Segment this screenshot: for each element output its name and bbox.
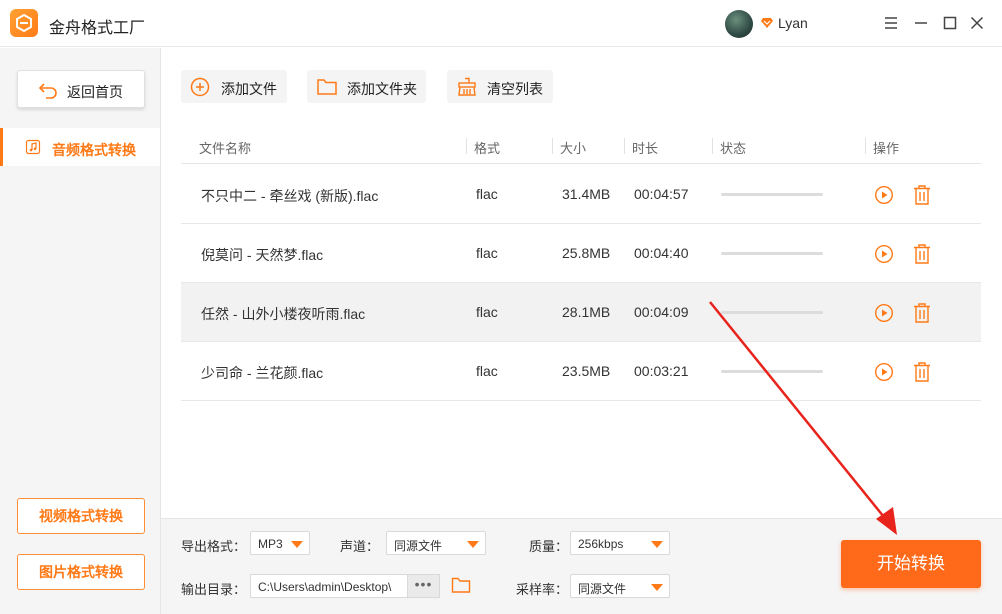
column-header-format: 格式 (474, 141, 501, 156)
clear-list-label: 清空列表 (487, 81, 543, 97)
file-format: flac (476, 186, 498, 202)
sample-rate-value: 同源文件 (578, 582, 627, 596)
column-divider[interactable] (552, 138, 553, 154)
chevron-down-icon (467, 541, 479, 548)
settings-panel: 导出格式： MP3 声道： 同源文件 质量： 256kbps 输出目录： C:\… (161, 518, 1002, 614)
table-row[interactable]: 倪莫问 - 天然梦.flac flac 25.8MB 00:04:40 (181, 224, 981, 283)
title-bar: 金舟格式工厂 Lyan (0, 0, 1002, 47)
music-note-icon (25, 139, 41, 155)
image-convert-button[interactable]: 图片格式转换 (17, 554, 145, 590)
app-title: 金舟格式工厂 (49, 20, 146, 37)
sample-rate-label: 采样率： (516, 582, 569, 597)
column-header-name: 文件名称 (199, 141, 252, 156)
trash-icon[interactable] (912, 361, 932, 383)
progress-bar (721, 252, 823, 255)
table-row[interactable]: 少司命 - 兰花颜.flac flac 23.5MB 00:03:21 (181, 342, 981, 401)
file-duration: 00:03:21 (634, 363, 689, 379)
play-icon[interactable] (874, 185, 894, 205)
video-convert-button[interactable]: 视频格式转换 (17, 498, 145, 534)
sample-rate-select[interactable]: 同源文件 (570, 574, 670, 598)
minimize-icon[interactable] (910, 12, 932, 34)
chevron-down-icon (651, 584, 663, 591)
file-size: 25.8MB (562, 245, 611, 261)
progress-bar (721, 370, 823, 373)
export-format-label: 导出格式： (181, 539, 247, 554)
broom-icon (458, 77, 476, 96)
file-size: 28.1MB (562, 304, 611, 320)
trash-icon[interactable] (912, 302, 932, 324)
table-row[interactable]: 任然 - 山外小楼夜听雨.flac flac 28.1MB 00:04:09 (181, 283, 981, 342)
column-divider[interactable] (712, 138, 713, 154)
trash-icon[interactable] (912, 243, 932, 265)
file-size: 31.4MB (562, 186, 611, 202)
output-dir-label: 输出目录： (181, 582, 247, 597)
plus-circle-icon (190, 77, 210, 97)
column-divider[interactable] (624, 138, 625, 154)
file-format: flac (476, 304, 498, 320)
channel-label: 声道： (340, 539, 380, 554)
close-icon[interactable] (966, 12, 988, 34)
export-format-value: MP3 (258, 537, 283, 551)
folder-icon[interactable] (451, 576, 471, 594)
column-header-status: 状态 (720, 141, 747, 156)
home-button[interactable]: 返回首页 (17, 70, 145, 108)
diamond-icon (761, 18, 773, 28)
column-header-size: 大小 (560, 141, 587, 156)
file-name: 少司命 - 兰花颜.flac (201, 365, 324, 381)
sidebar: 返回首页 音频格式转换 视频格式转换 图片格式转换 (0, 48, 161, 614)
column-divider[interactable] (865, 138, 866, 154)
file-duration: 00:04:57 (634, 186, 689, 202)
file-table-header: 文件名称 格式 大小 时长 状态 操作 (181, 128, 981, 164)
play-icon[interactable] (874, 362, 894, 382)
output-dir-input[interactable]: C:\Users\admin\Desktop\ (250, 574, 408, 598)
file-size: 23.5MB (562, 363, 611, 379)
channel-value: 同源文件 (394, 539, 443, 553)
menu-icon[interactable] (880, 12, 902, 34)
column-header-actions: 操作 (873, 141, 900, 156)
file-name: 任然 - 山外小楼夜听雨.flac (201, 306, 366, 322)
file-duration: 00:04:40 (634, 245, 689, 261)
output-dir-value: C:\Users\admin\Desktop\ (258, 580, 392, 594)
quality-label: 质量： (529, 539, 569, 554)
username[interactable]: Lyan (778, 15, 808, 31)
quality-value: 256kbps (578, 537, 624, 551)
add-file-label: 添加文件 (221, 81, 277, 97)
sidebar-item-audio-convert[interactable]: 音频格式转换 (0, 128, 160, 166)
back-arrow-icon (38, 83, 57, 99)
start-convert-button[interactable]: 开始转换 (841, 540, 981, 588)
file-name: 倪莫问 - 天然梦.flac (201, 247, 324, 263)
avatar[interactable] (725, 10, 753, 38)
add-file-button[interactable]: 添加文件 (181, 70, 287, 103)
file-format: flac (476, 363, 498, 379)
app-logo (10, 9, 38, 37)
play-icon[interactable] (874, 303, 894, 323)
progress-bar (721, 193, 823, 196)
format-factory-logo-icon (16, 13, 32, 33)
folder-icon (317, 79, 337, 95)
quality-select[interactable]: 256kbps (570, 531, 670, 555)
play-icon[interactable] (874, 244, 894, 264)
column-divider[interactable] (466, 138, 467, 154)
maximize-icon[interactable] (939, 12, 961, 34)
browse-more-button[interactable]: ••• (408, 574, 440, 598)
file-duration: 00:04:09 (634, 304, 689, 320)
clear-list-button[interactable]: 清空列表 (447, 70, 553, 103)
chevron-down-icon (291, 541, 303, 548)
progress-bar (721, 311, 823, 314)
home-button-label: 返回首页 (67, 84, 123, 100)
sidebar-item-label: 音频格式转换 (52, 142, 136, 158)
export-format-select[interactable]: MP3 (250, 531, 310, 555)
add-folder-button[interactable]: 添加文件夹 (307, 70, 426, 103)
add-folder-label: 添加文件夹 (347, 81, 417, 97)
trash-icon[interactable] (912, 184, 932, 206)
file-format: flac (476, 245, 498, 261)
table-row[interactable]: 不只中二 - 牵丝戏 (新版).flac flac 31.4MB 00:04:5… (181, 165, 981, 224)
column-header-duration: 时长 (632, 141, 659, 156)
chevron-down-icon (651, 541, 663, 548)
channel-select[interactable]: 同源文件 (386, 531, 486, 555)
file-name: 不只中二 - 牵丝戏 (新版).flac (201, 188, 379, 204)
